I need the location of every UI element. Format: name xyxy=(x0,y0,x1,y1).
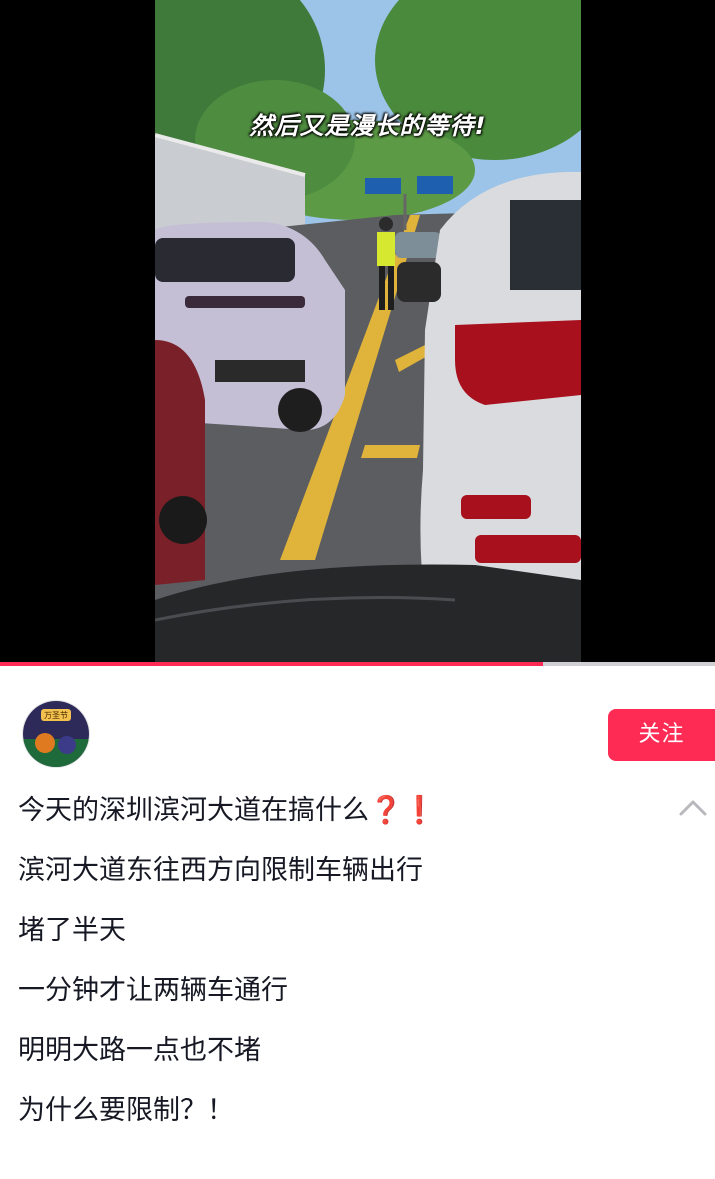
post-line: 一分钟才让两辆车通行 xyxy=(18,975,288,1006)
post-line: 今天的深圳滨河大道在搞什么❓❗ xyxy=(18,784,658,844)
video-player[interactable]: 然后又是漫长的等待! xyxy=(0,0,715,662)
video-progress-bar[interactable] xyxy=(0,662,715,666)
post-line: 滨河大道东往西方向限制车辆出行 xyxy=(18,855,423,886)
post-line: 堵了半天 xyxy=(18,915,126,946)
post-line: 明明大路一点也不堵 xyxy=(18,1035,261,1066)
video-frame[interactable]: 然后又是漫长的等待! xyxy=(155,0,581,662)
follow-button[interactable]: 关注 xyxy=(608,709,715,761)
avatar-image: 万圣节 xyxy=(23,701,89,767)
chevron-up-icon[interactable] xyxy=(678,796,708,820)
video-progress-fill xyxy=(0,662,544,666)
post-line-text: 今天的深圳滨河大道在搞什么 xyxy=(18,795,369,826)
video-scene xyxy=(155,0,581,662)
avatar-text: 万圣节 xyxy=(44,711,68,720)
avatar[interactable]: 万圣节 xyxy=(22,700,90,768)
post-line: 为什么要限制？！ xyxy=(18,1095,234,1126)
question-exclamation-emoji: ❓❗ xyxy=(369,795,437,826)
video-caption: 然后又是漫长的等待! xyxy=(249,112,487,140)
author-row: 万圣节 关注 xyxy=(0,700,715,770)
post-description: 今天的深圳滨河大道在搞什么❓❗ 滨河大道东往西方向限制车辆出行 堵了半天 一分钟… xyxy=(18,784,658,1144)
